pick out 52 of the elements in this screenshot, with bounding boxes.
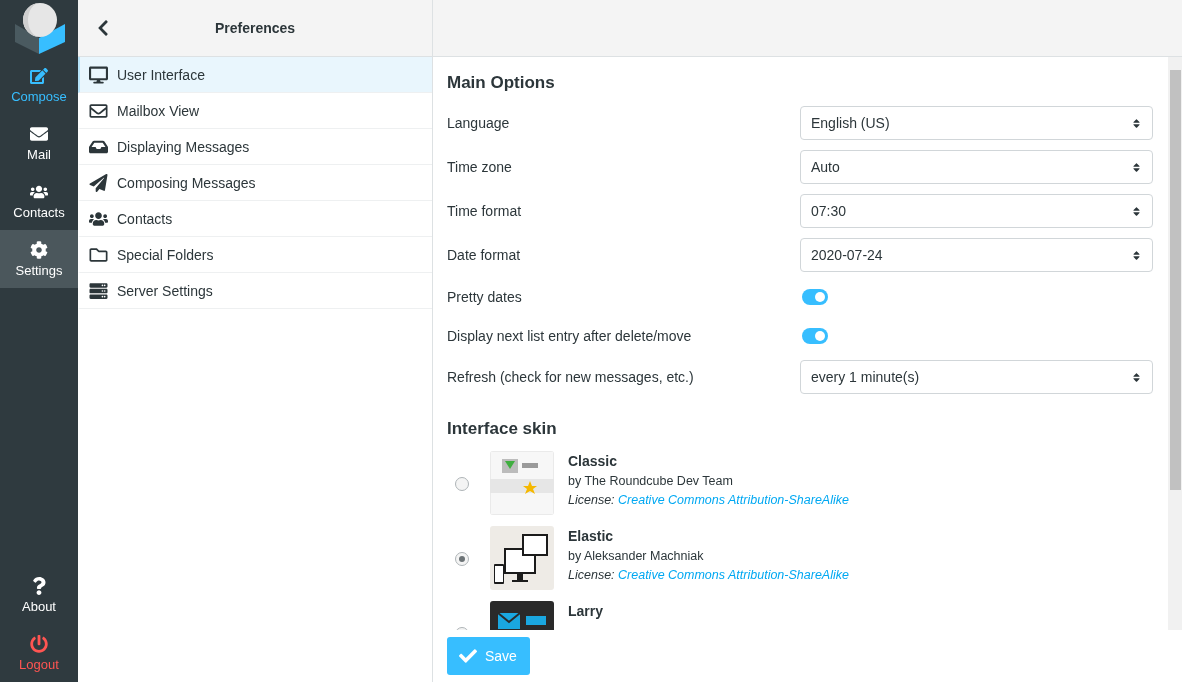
skin-license: License: Creative Commons Attribution-ShareAlike (568, 568, 849, 582)
panel-title: Preferences (213, 20, 297, 36)
field-label: Pretty dates (447, 288, 523, 305)
mail-icon (30, 124, 48, 143)
toggle-switch[interactable] (802, 288, 828, 305)
paper-plane-icon (89, 173, 108, 192)
select-field[interactable]: 07:30 (800, 194, 1153, 228)
select-field[interactable]: Auto (800, 150, 1153, 184)
compose-icon (30, 66, 48, 85)
section-title: Main Options (447, 73, 556, 93)
logo-icon (13, 2, 65, 54)
sort-icon (1131, 249, 1142, 261)
nav-button[interactable]: Compose (0, 56, 78, 114)
skin-name: Larry (568, 603, 604, 619)
monitor-icon (89, 65, 108, 84)
sort-icon (1131, 117, 1142, 129)
toggle-switch[interactable] (802, 327, 828, 344)
power-icon (30, 634, 48, 653)
sort-icon (1131, 371, 1142, 383)
select-field[interactable]: 2020-07-24 (800, 238, 1153, 272)
server-icon (89, 281, 108, 300)
question-icon (30, 576, 48, 595)
envelope-icon (89, 101, 108, 120)
select-field[interactable]: English (US) (800, 106, 1153, 140)
nav-button[interactable]: Settings (0, 230, 78, 288)
folder-icon (89, 245, 108, 264)
select-field[interactable]: every 1 minute(s) (800, 360, 1153, 394)
field-label: Display next list entry after delete/move (447, 327, 693, 344)
radio-button[interactable] (455, 552, 469, 566)
check-icon (459, 647, 477, 665)
nav-button[interactable]: Mail (0, 114, 78, 172)
nav-button[interactable]: Contacts (0, 172, 78, 230)
radio-button[interactable] (455, 477, 469, 491)
field-label: Language (447, 115, 511, 131)
field-label: Refresh (check for new messages, etc.) (447, 369, 695, 385)
sort-icon (1131, 161, 1142, 173)
field-label: Time zone (447, 159, 513, 175)
skin-name: Classic (568, 453, 619, 469)
sort-icon (1131, 205, 1142, 217)
settings-section-item[interactable]: User Interface (78, 57, 432, 93)
nav-button[interactable]: About (0, 566, 78, 624)
nav-button[interactable]: Logout (0, 624, 78, 682)
users-icon (89, 209, 108, 228)
skin-author: by The Roundcube Dev Team (568, 474, 734, 488)
field-label: Time format (447, 203, 523, 219)
skin-license: License: Creative Commons Attribution-ShareAlike (568, 493, 849, 507)
skin-name: Elastic (568, 528, 615, 544)
settings-icon (30, 240, 48, 259)
scrollbar[interactable] (1168, 57, 1182, 630)
skin-author: by Aleksander Machniak (568, 549, 705, 563)
field-label: Date format (447, 247, 522, 263)
section-title: Interface skin (447, 419, 558, 439)
